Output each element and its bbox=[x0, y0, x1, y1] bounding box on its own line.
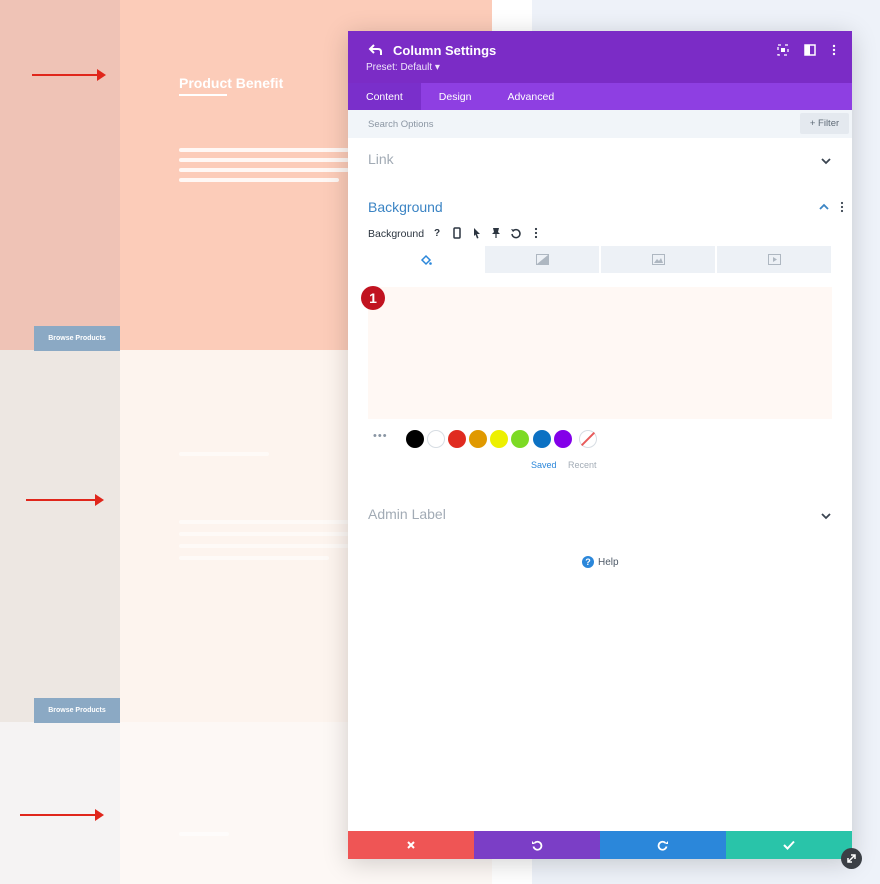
modal-header: Column Settings Preset: Default ▾ bbox=[348, 31, 852, 83]
mobile-icon[interactable] bbox=[451, 227, 463, 239]
swatch-orange[interactable] bbox=[469, 430, 487, 448]
background-type-tabs bbox=[369, 246, 831, 273]
no-color-icon[interactable] bbox=[579, 430, 597, 448]
swatch-green[interactable] bbox=[511, 430, 529, 448]
resize-icon bbox=[847, 854, 856, 863]
discard-button[interactable] bbox=[348, 831, 474, 859]
video-icon bbox=[767, 254, 781, 265]
modal-title: Column Settings bbox=[393, 43, 497, 58]
check-icon bbox=[783, 840, 795, 850]
tab-content[interactable]: Content bbox=[348, 83, 421, 110]
row-3-side bbox=[0, 722, 120, 884]
body-text-line bbox=[179, 168, 349, 172]
recent-colors-tab[interactable]: Recent bbox=[568, 460, 597, 470]
chevron-down-icon bbox=[821, 513, 831, 520]
red-arrow-icon bbox=[20, 809, 104, 821]
body-text-line bbox=[179, 148, 349, 152]
background-section-header[interactable]: Background bbox=[348, 186, 852, 234]
faded-title-line bbox=[179, 832, 229, 836]
more-swatches-icon[interactable]: ••• bbox=[373, 430, 388, 442]
undo-button[interactable] bbox=[474, 831, 600, 859]
body-text-line bbox=[179, 178, 339, 182]
cursor-icon[interactable] bbox=[471, 227, 483, 239]
swatch-yellow[interactable] bbox=[490, 430, 508, 448]
filter-button[interactable]: + Filter bbox=[800, 113, 849, 134]
search-options-input[interactable]: Search Options bbox=[368, 119, 433, 130]
background-field-label: Background bbox=[368, 228, 425, 240]
swatch-black[interactable] bbox=[406, 430, 424, 448]
admin-label-section-title: Admin Label bbox=[368, 506, 446, 522]
row-1-side bbox=[0, 0, 120, 350]
title-underline bbox=[179, 94, 227, 96]
red-arrow-icon bbox=[32, 69, 106, 81]
modal-footer bbox=[348, 831, 852, 859]
more-icon[interactable] bbox=[530, 227, 542, 239]
faded-text-line bbox=[179, 532, 349, 536]
chevron-up-icon bbox=[819, 203, 829, 210]
background-section-title: Background bbox=[368, 199, 443, 215]
background-color-preview[interactable] bbox=[368, 287, 832, 419]
swatch-white[interactable] bbox=[427, 430, 445, 448]
color-fill-icon bbox=[420, 254, 432, 265]
browse-products-button[interactable]: Browse Products bbox=[34, 326, 120, 351]
tab-design[interactable]: Design bbox=[421, 83, 490, 110]
browse-products-button[interactable]: Browse Products bbox=[34, 698, 120, 723]
saved-colors-tab[interactable]: Saved bbox=[531, 460, 557, 470]
column-settings-modal: Column Settings Preset: Default ▾ Conten… bbox=[348, 31, 852, 859]
back-icon[interactable] bbox=[368, 42, 384, 58]
gradient-icon bbox=[535, 254, 549, 265]
undo-icon bbox=[532, 840, 543, 851]
search-bar: Search Options + Filter bbox=[348, 110, 852, 138]
red-arrow-icon bbox=[26, 494, 104, 506]
faded-title-line bbox=[179, 452, 269, 456]
redo-button[interactable] bbox=[600, 831, 726, 859]
link-section-title: Link bbox=[368, 151, 394, 167]
chevron-down-icon bbox=[821, 158, 831, 165]
image-icon bbox=[651, 254, 665, 265]
faded-text-line bbox=[179, 544, 349, 548]
help-icon[interactable]: ? bbox=[431, 227, 443, 239]
link-section-header[interactable]: Link bbox=[348, 138, 852, 186]
row-2-side bbox=[0, 350, 120, 722]
section-menu-icon[interactable] bbox=[838, 201, 846, 213]
video-tab[interactable] bbox=[717, 246, 831, 273]
reset-icon[interactable] bbox=[510, 227, 522, 239]
image-tab[interactable] bbox=[601, 246, 715, 273]
help-label: Help bbox=[598, 556, 619, 568]
gradient-tab[interactable] bbox=[485, 246, 599, 273]
admin-label-section-header[interactable]: Admin Label bbox=[348, 492, 852, 540]
body-text-line bbox=[179, 158, 349, 162]
color-tab[interactable] bbox=[369, 246, 483, 273]
preset-selector[interactable]: Preset: Default ▾ bbox=[366, 62, 440, 73]
split-view-icon[interactable] bbox=[804, 44, 816, 56]
tab-advanced[interactable]: Advanced bbox=[489, 83, 572, 110]
swatch-purple[interactable] bbox=[554, 430, 572, 448]
help-link[interactable]: ? Help bbox=[582, 556, 619, 568]
save-button[interactable] bbox=[726, 831, 852, 859]
faded-text-line bbox=[179, 556, 329, 560]
close-icon bbox=[407, 841, 415, 849]
modal-tabs: Content Design Advanced bbox=[348, 83, 852, 110]
annotation-badge: 1 bbox=[361, 286, 385, 310]
fullscreen-icon[interactable] bbox=[777, 44, 789, 56]
more-options-icon[interactable] bbox=[828, 44, 840, 56]
faded-text-line bbox=[179, 520, 349, 524]
swatch-red[interactable] bbox=[448, 430, 466, 448]
product-title: Product Benefit bbox=[179, 75, 284, 91]
redo-icon bbox=[657, 840, 668, 851]
resize-handle[interactable] bbox=[841, 848, 862, 869]
swatch-blue[interactable] bbox=[533, 430, 551, 448]
question-icon: ? bbox=[582, 556, 594, 568]
pin-icon[interactable] bbox=[490, 227, 502, 239]
